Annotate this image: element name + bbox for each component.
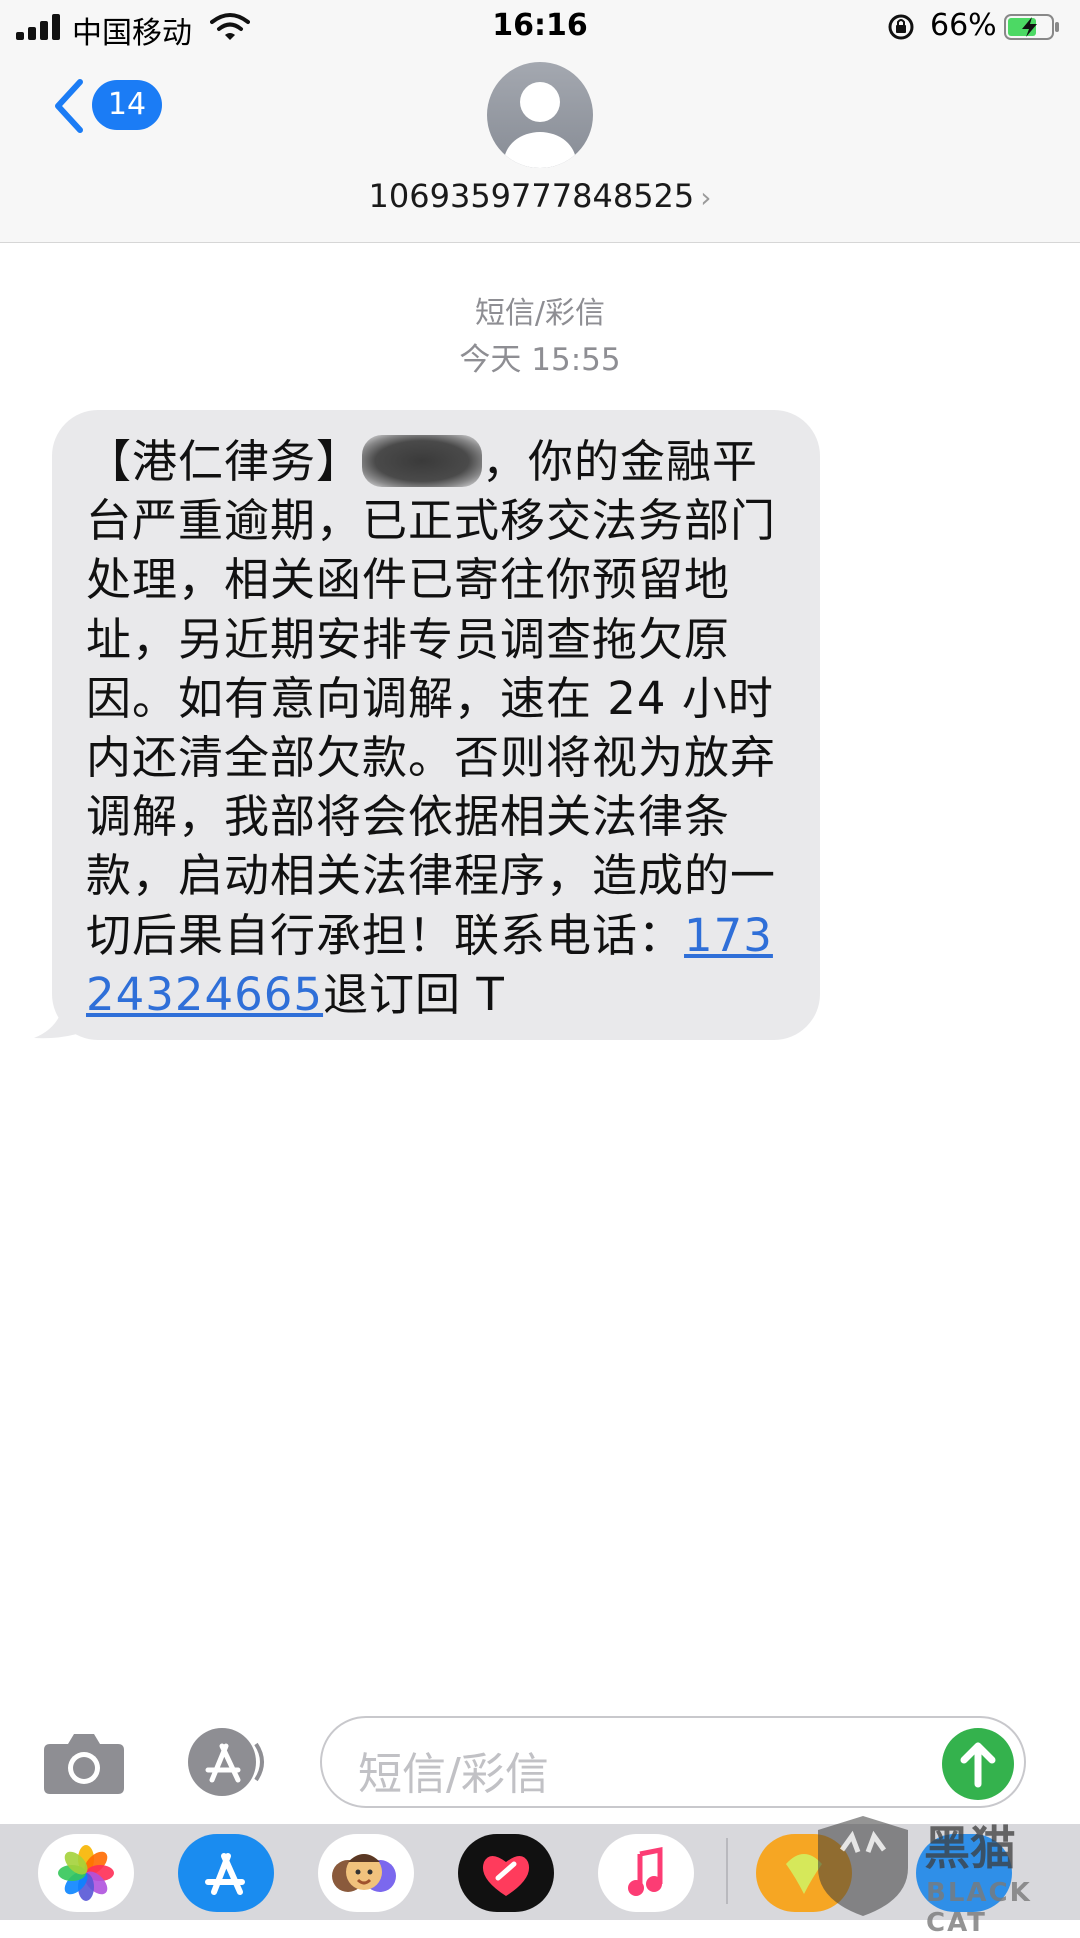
app-store-button[interactable]	[182, 1726, 274, 1798]
back-button[interactable]: 14	[50, 76, 162, 136]
chevron-left-icon	[55, 79, 83, 133]
redacted-name	[362, 435, 483, 487]
status-bar: 中国移动 16:16 66%	[0, 0, 1080, 52]
incoming-message-bubble[interactable]: 【港仁律务】 ，你的金融平台严重逾期，已正式移交法务部门处理，相关函件已寄往你预留…	[52, 410, 820, 1040]
unsubscribe-text: 退订回 T	[323, 967, 505, 1021]
watermark-brand: 黑猫	[924, 1821, 1016, 1875]
battery-charging-icon	[1004, 14, 1059, 40]
orientation-lock-icon	[888, 14, 914, 40]
contact-number[interactable]: 1069359777848525 ›	[0, 177, 1080, 215]
message-timestamp: 今天 15:55	[459, 342, 621, 378]
camera-button[interactable]	[42, 1730, 126, 1796]
cat-shield-icon	[818, 1816, 908, 1916]
watermark-brand-en: BLACK CAT	[926, 1878, 1032, 1938]
contact-number-text: 1069359777848525	[368, 177, 695, 215]
contact-chevron: ›	[700, 181, 712, 214]
app-drawer-divider	[726, 1838, 728, 1904]
digital-touch-app-icon[interactable]	[458, 1834, 554, 1912]
clock-time: 16:16	[492, 8, 588, 43]
send-button[interactable]	[942, 1728, 1014, 1800]
message-body: ，你的金融平台严重逾期，已正式移交法务部门处理，相关函件已寄往你预留地址，另近期…	[86, 435, 777, 962]
avatar-person-icon	[504, 82, 576, 168]
message-input[interactable]: 短信/彩信	[320, 1716, 1026, 1808]
battery-percentage: 66%	[930, 8, 997, 43]
send-arrow-icon	[960, 1742, 996, 1788]
compose-bar: 短信/彩信	[0, 1700, 1080, 1820]
app-store-icon	[188, 1728, 264, 1796]
message-sender-prefix: 【港仁律务】	[86, 435, 363, 488]
app-store-app-icon[interactable]	[178, 1834, 274, 1912]
message-type-label: 短信/彩信	[474, 296, 606, 331]
unread-count-badge: 14	[92, 80, 162, 130]
watermark-logo: 黑猫 BLACK CAT	[808, 1810, 1080, 1938]
music-app-icon[interactable]	[598, 1834, 694, 1912]
photos-app-icon[interactable]	[38, 1834, 134, 1912]
message-text: 【港仁律务】 ，你的金融平台严重逾期，已正式移交法务部门处理，相关函件已寄往你预留…	[86, 432, 794, 1024]
memoji-app-icon[interactable]	[318, 1834, 414, 1912]
contact-avatar[interactable]	[487, 62, 593, 168]
message-input-placeholder: 短信/彩信	[358, 1749, 549, 1800]
camera-icon	[44, 1734, 124, 1794]
